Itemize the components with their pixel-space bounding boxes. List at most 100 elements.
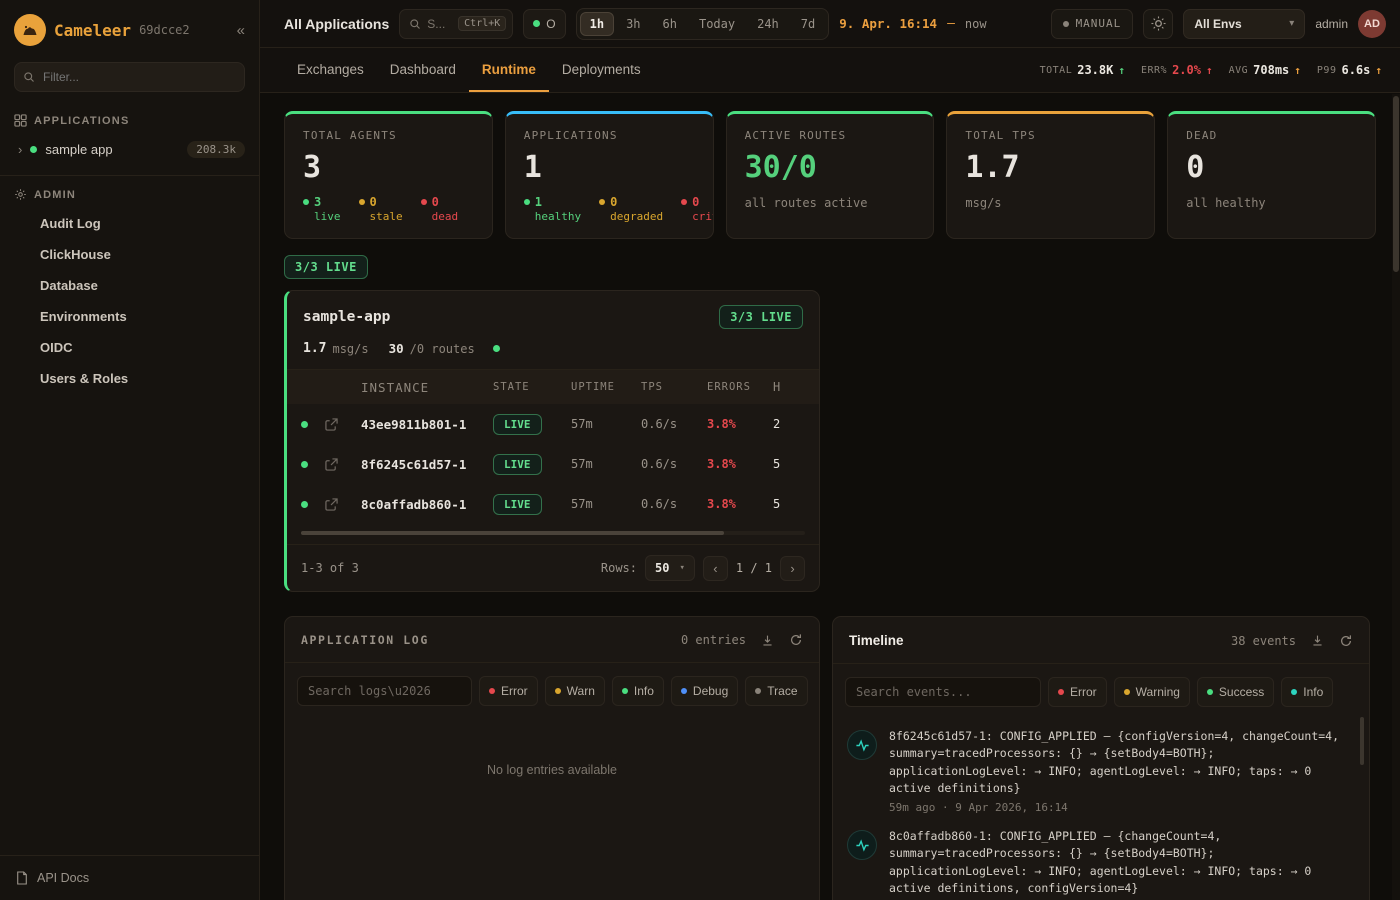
avatar[interactable]: AD bbox=[1358, 10, 1386, 38]
manual-mode-dot bbox=[1063, 21, 1069, 27]
sidebar-item-clickhouse[interactable]: ClickHouse bbox=[0, 239, 259, 270]
tab-runtime[interactable]: Runtime bbox=[469, 48, 549, 92]
tab-dashboard[interactable]: Dashboard bbox=[377, 48, 469, 92]
timeline-filter-warning[interactable]: Warning bbox=[1114, 677, 1190, 707]
timeline-search-input[interactable] bbox=[845, 677, 1041, 707]
bottom-panels: APPLICATION LOG 0 entries Error Warn Inf… bbox=[284, 616, 1376, 900]
refresh-icon[interactable] bbox=[789, 633, 803, 647]
instance-row[interactable]: 8c0affadb860-1 LIVE 57m 0.6/s 3.8% 5 bbox=[287, 484, 819, 524]
timeline-filter-info[interactable]: Info bbox=[1281, 677, 1333, 707]
rows-per-page-select[interactable]: 50 ▾ bbox=[645, 555, 695, 581]
stat-avg-latency: AVG 708ms ↑ bbox=[1229, 63, 1301, 77]
apps-healthy-stat: 1healthy bbox=[524, 196, 581, 223]
range-button-6h[interactable]: 6h bbox=[653, 12, 687, 36]
horizontal-scrollbar-thumb[interactable] bbox=[301, 531, 724, 535]
prev-page-button[interactable]: ‹ bbox=[703, 556, 728, 581]
page-scrollbar-thumb[interactable] bbox=[1393, 96, 1399, 272]
log-filter-row: Error Warn Info Debug Trace bbox=[285, 663, 819, 719]
app-name[interactable]: sample-app bbox=[303, 309, 390, 325]
log-filter-warn[interactable]: Warn bbox=[545, 676, 605, 706]
sidebar-item-audit-log[interactable]: Audit Log bbox=[0, 208, 259, 239]
timeline-filter-error[interactable]: Error bbox=[1048, 677, 1107, 707]
instance-row[interactable]: 8f6245c61d57-1 LIVE 57m 0.6/s 3.8% 5 bbox=[287, 444, 819, 484]
activity-pulse-icon bbox=[847, 730, 877, 760]
next-page-button[interactable]: › bbox=[780, 556, 805, 581]
instance-row[interactable]: 43ee9811b801-1 LIVE 57m 0.6/s 3.8% 2 bbox=[287, 404, 819, 444]
log-filter-error[interactable]: Error bbox=[479, 676, 538, 706]
external-link-icon[interactable] bbox=[325, 418, 361, 431]
instance-status-dot bbox=[301, 461, 308, 468]
app-live-badge: 3/3 LIVE bbox=[719, 305, 803, 329]
warning-dot bbox=[1124, 689, 1130, 695]
download-icon[interactable] bbox=[1311, 634, 1324, 647]
sidebar-item-environments[interactable]: Environments bbox=[0, 301, 259, 332]
app-routes-label: /0 routes bbox=[410, 342, 475, 356]
dead-dot bbox=[421, 199, 427, 205]
external-link-icon[interactable] bbox=[325, 498, 361, 511]
instances-table-header: INSTANCE STATE UPTIME TPS ERRORS H bbox=[287, 370, 819, 404]
trend-up-icon: ↑ bbox=[1294, 64, 1301, 77]
row-range-label: 1-3 of 3 bbox=[301, 561, 359, 575]
app-tps-value: 1.7 bbox=[303, 341, 326, 356]
sidebar-item-sample-app[interactable]: › sample app 208.3k bbox=[0, 134, 259, 165]
log-filter-debug[interactable]: Debug bbox=[671, 676, 738, 706]
error-dot bbox=[489, 688, 495, 694]
timeline-scrollbar[interactable] bbox=[1360, 717, 1364, 900]
timeline-scrollbar-thumb[interactable] bbox=[1360, 717, 1364, 765]
range-button-3h[interactable]: 3h bbox=[616, 12, 650, 36]
sidebar-item-database[interactable]: Database bbox=[0, 270, 259, 301]
uptime-value: 57m bbox=[571, 417, 641, 431]
tps-value: 0.6/s bbox=[641, 497, 707, 511]
range-start-datetime[interactable]: 9. Apr. 16:14 bbox=[839, 16, 937, 31]
timeline-event[interactable]: 8f6245c61d57-1: CONFIG_APPLIED — {config… bbox=[847, 728, 1345, 814]
range-end-label[interactable]: now bbox=[965, 17, 987, 31]
range-button-today[interactable]: Today bbox=[689, 12, 745, 36]
log-filter-info[interactable]: Info bbox=[612, 676, 664, 706]
external-link-icon[interactable] bbox=[325, 458, 361, 471]
chevron-down-icon: ▾ bbox=[1289, 18, 1294, 29]
column-uptime: UPTIME bbox=[571, 381, 641, 393]
errors-value: 3.8% bbox=[707, 457, 773, 471]
range-button-7d[interactable]: 7d bbox=[791, 12, 825, 36]
global-search[interactable]: S... Ctrl+K bbox=[399, 9, 513, 39]
timeline-panel-header: Timeline 38 events bbox=[833, 617, 1369, 664]
sidebar-item-users-roles[interactable]: Users & Roles bbox=[0, 363, 259, 394]
timeline-filter-success[interactable]: Success bbox=[1197, 677, 1274, 707]
refresh-icon[interactable] bbox=[1339, 634, 1353, 648]
application-card-sample-app: sample-app 3/3 LIVE 1.7 msg/s 30 /0 rout… bbox=[284, 290, 820, 592]
chevron-right-icon[interactable]: › bbox=[18, 142, 22, 157]
horizontal-scrollbar[interactable] bbox=[301, 531, 805, 535]
range-button-1h[interactable]: 1h bbox=[580, 12, 614, 36]
card-dead: DEAD 0 all healthy bbox=[1167, 111, 1376, 239]
timeline-event-list: 8f6245c61d57-1: CONFIG_APPLIED — {config… bbox=[833, 720, 1369, 900]
log-search-input[interactable] bbox=[297, 676, 472, 706]
range-button-24h[interactable]: 24h bbox=[747, 12, 789, 36]
online-indicator[interactable]: O bbox=[523, 9, 565, 39]
gear-icon bbox=[14, 188, 27, 201]
download-icon[interactable] bbox=[761, 634, 774, 647]
rows-label: Rows: bbox=[601, 561, 637, 575]
sidebar: Cameleer 69dcce2 « APPLICATIONS › sample… bbox=[0, 0, 260, 900]
trend-up-icon: ↑ bbox=[1375, 64, 1382, 77]
environment-select[interactable]: All Envs ▾ bbox=[1183, 9, 1305, 39]
trace-dot bbox=[755, 688, 761, 694]
timeline-event[interactable]: 8c0affadb860-1: CONFIG_APPLIED — {change… bbox=[847, 828, 1345, 900]
tab-exchanges[interactable]: Exchanges bbox=[284, 48, 377, 92]
sidebar-header: Cameleer 69dcce2 « bbox=[0, 0, 259, 56]
event-text: 8f6245c61d57-1: CONFIG_APPLIED — {config… bbox=[889, 728, 1345, 797]
log-entries-count: 0 entries bbox=[681, 633, 746, 647]
api-docs-link[interactable]: API Docs bbox=[0, 855, 259, 900]
healthy-dot bbox=[524, 199, 530, 205]
theme-toggle-button[interactable] bbox=[1143, 9, 1173, 39]
time-range-selector: 1h 3h 6h Today 24h 7d bbox=[576, 8, 830, 40]
page-scrollbar[interactable] bbox=[1392, 94, 1400, 900]
document-icon bbox=[16, 871, 28, 885]
sidebar-filter-input[interactable] bbox=[14, 62, 245, 92]
degraded-dot bbox=[599, 199, 605, 205]
log-filter-trace[interactable]: Trace bbox=[745, 676, 807, 706]
refresh-mode-button[interactable]: MANUAL bbox=[1051, 9, 1134, 39]
tab-deployments[interactable]: Deployments bbox=[549, 48, 654, 92]
sidebar-collapse-button[interactable]: « bbox=[237, 22, 245, 39]
search-shortcut-kbd: Ctrl+K bbox=[458, 16, 506, 31]
sidebar-item-oidc[interactable]: OIDC bbox=[0, 332, 259, 363]
